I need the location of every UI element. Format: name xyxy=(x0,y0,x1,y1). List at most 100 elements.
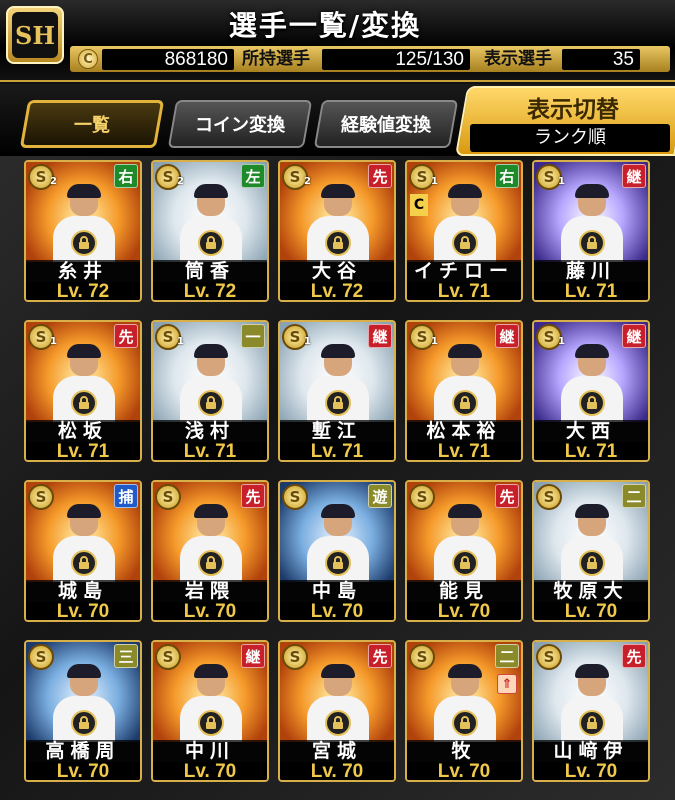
player-level: Lv. 72 xyxy=(26,282,140,300)
position-badge: 遊 xyxy=(368,484,392,508)
player-card[interactable]: S 1 右 C イチロー Lv. 71 xyxy=(405,160,523,302)
rank-level: 1 xyxy=(177,336,184,347)
lock-icon[interactable] xyxy=(198,710,224,736)
player-level: Lv. 70 xyxy=(153,602,267,620)
player-card[interactable]: S 2 左 筒香 Lv. 72 xyxy=(151,160,269,302)
player-level: Lv. 70 xyxy=(407,762,521,780)
position-badge: 左 xyxy=(241,164,265,188)
player-name: 松本裕 xyxy=(407,420,521,442)
team-logo-text: SH xyxy=(12,12,58,58)
player-name: 城島 xyxy=(26,580,140,602)
rank-level: 1 xyxy=(558,336,565,347)
rank-level: 1 xyxy=(304,336,311,347)
player-name: 中川 xyxy=(153,740,267,762)
tab-exp-convert[interactable]: 経験値変換 xyxy=(313,100,459,148)
player-card[interactable]: S 2 右 糸井 Lv. 72 xyxy=(24,160,142,302)
player-card[interactable]: S 継 中川 Lv. 70 xyxy=(151,640,269,782)
player-card[interactable]: S 先 能見 Lv. 70 xyxy=(405,480,523,622)
player-card[interactable]: S 遊 中島 Lv. 70 xyxy=(278,480,396,622)
tab-coin-convert[interactable]: コイン変換 xyxy=(167,100,313,148)
player-name: 山﨑伊 xyxy=(534,740,648,762)
lock-icon[interactable] xyxy=(325,710,351,736)
lock-icon[interactable] xyxy=(579,230,605,256)
position-badge: 先 xyxy=(114,324,138,348)
lock-icon[interactable] xyxy=(198,550,224,576)
player-card[interactable]: S 1 継 松本裕 Lv. 71 xyxy=(405,320,523,462)
player-level: Lv. 70 xyxy=(280,602,394,620)
player-card[interactable]: S 1 先 松坂 Lv. 71 xyxy=(24,320,142,462)
position-badge: 継 xyxy=(368,324,392,348)
coin-icon: C xyxy=(78,49,98,69)
position-badge: 右 xyxy=(114,164,138,188)
lock-icon[interactable] xyxy=(452,550,478,576)
player-card[interactable]: S 1 継 塹江 Lv. 71 xyxy=(278,320,396,462)
position-badge: 継 xyxy=(622,164,646,188)
owned-players-label: 所持選手 xyxy=(242,49,310,69)
player-card[interactable]: S 先 宮城 Lv. 70 xyxy=(278,640,396,782)
player-name: 浅村 xyxy=(153,420,267,442)
position-badge: 二 xyxy=(495,644,519,668)
player-level: Lv. 71 xyxy=(26,442,140,460)
coin-count: 868180 xyxy=(102,49,234,70)
lock-icon[interactable] xyxy=(325,390,351,416)
lock-icon[interactable] xyxy=(71,550,97,576)
shown-players-value: 35 xyxy=(562,49,640,70)
captain-badge: C xyxy=(410,194,428,216)
lock-icon[interactable] xyxy=(452,710,478,736)
lock-icon[interactable] xyxy=(198,230,224,256)
player-card[interactable]: S 1 継 藤川 Lv. 71 xyxy=(532,160,650,302)
rank-s-icon: S xyxy=(28,644,54,670)
rank-s-icon: S xyxy=(282,484,308,510)
player-card[interactable]: S 先 山﨑伊 Lv. 70 xyxy=(532,640,650,782)
position-badge: 先 xyxy=(368,644,392,668)
player-level: Lv. 71 xyxy=(153,442,267,460)
page-title: 選手一覧/変換 xyxy=(228,9,422,42)
player-level: Lv. 70 xyxy=(534,762,648,780)
position-badge: 先 xyxy=(368,164,392,188)
rank-level: 1 xyxy=(431,176,438,187)
player-level: Lv. 72 xyxy=(280,282,394,300)
position-badge: 先 xyxy=(241,484,265,508)
player-card[interactable]: S 1 継 大西 Lv. 71 xyxy=(532,320,650,462)
player-card[interactable]: S 先 岩隈 Lv. 70 xyxy=(151,480,269,622)
lock-icon[interactable] xyxy=(71,710,97,736)
player-name: 糸井 xyxy=(26,260,140,282)
player-card[interactable]: S 二 ⇑ 牧 Lv. 70 xyxy=(405,640,523,782)
player-card[interactable]: S 二 牧原大 Lv. 70 xyxy=(532,480,650,622)
display-switch-title: 表示切替 xyxy=(527,97,619,123)
player-level: Lv. 70 xyxy=(26,602,140,620)
rank-level: 2 xyxy=(177,176,184,187)
player-card[interactable]: S 1 一 浅村 Lv. 71 xyxy=(151,320,269,462)
player-level: Lv. 70 xyxy=(534,602,648,620)
position-badge: 二 xyxy=(622,484,646,508)
rank-s-icon: S xyxy=(155,644,181,670)
lock-icon[interactable] xyxy=(71,390,97,416)
player-name: 筒香 xyxy=(153,260,267,282)
player-name: 中島 xyxy=(280,580,394,602)
player-name: 能見 xyxy=(407,580,521,602)
player-card[interactable]: S 捕 城島 Lv. 70 xyxy=(24,480,142,622)
player-name: イチロー xyxy=(407,260,521,282)
player-level: Lv. 70 xyxy=(407,602,521,620)
player-name: 藤川 xyxy=(534,260,648,282)
player-level: Lv. 71 xyxy=(407,282,521,300)
lock-icon[interactable] xyxy=(452,390,478,416)
lock-icon[interactable] xyxy=(71,230,97,256)
position-badge: 継 xyxy=(622,324,646,348)
position-badge: 三 xyxy=(114,644,138,668)
lock-icon[interactable] xyxy=(325,550,351,576)
lock-icon[interactable] xyxy=(579,390,605,416)
lock-icon[interactable] xyxy=(579,550,605,576)
tab-list[interactable]: 一覧 xyxy=(19,100,165,148)
player-card[interactable]: S 三 高橋周 Lv. 70 xyxy=(24,640,142,782)
rank-level: 2 xyxy=(304,176,311,187)
rank-s-icon: S xyxy=(536,484,562,510)
lock-icon[interactable] xyxy=(325,230,351,256)
player-level: Lv. 70 xyxy=(26,762,140,780)
owned-players-value: 125/130 xyxy=(322,49,470,70)
lock-icon[interactable] xyxy=(579,710,605,736)
player-name: 大西 xyxy=(534,420,648,442)
player-card[interactable]: S 2 先 大谷 Lv. 72 xyxy=(278,160,396,302)
lock-icon[interactable] xyxy=(452,230,478,256)
lock-icon[interactable] xyxy=(198,390,224,416)
